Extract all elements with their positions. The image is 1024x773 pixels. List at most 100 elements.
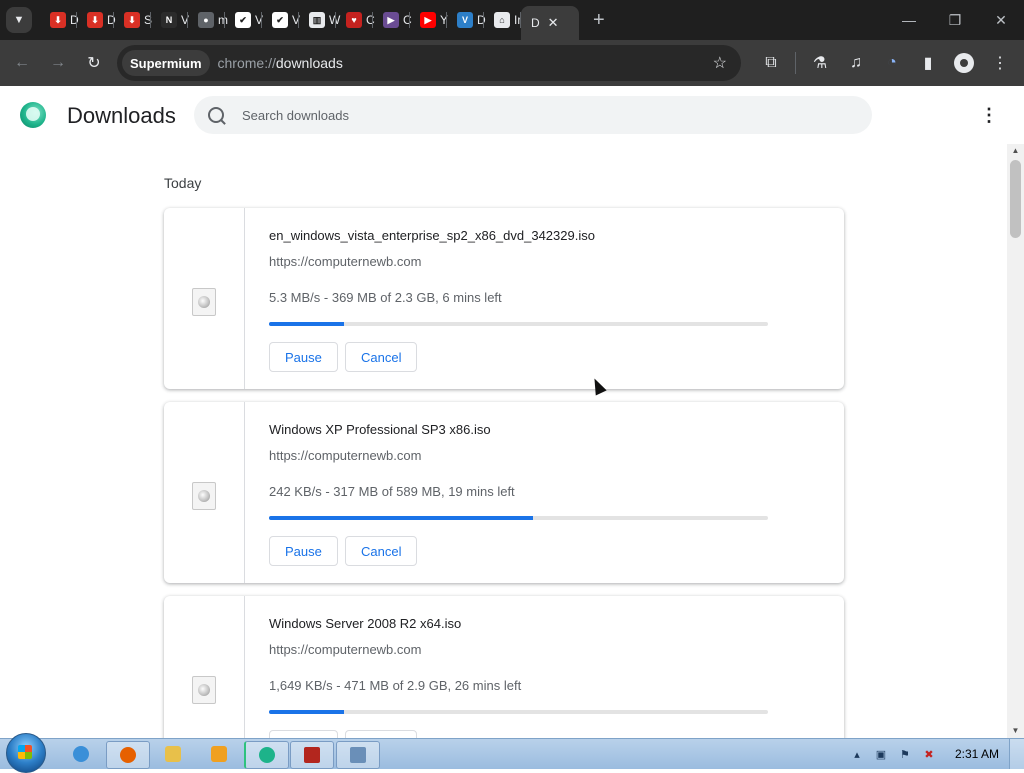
- url-host: downloads: [275, 55, 343, 71]
- profile-button[interactable]: [946, 45, 982, 81]
- page-title: Downloads: [67, 103, 176, 128]
- browser-tab[interactable]: ⬇ D: [40, 0, 79, 40]
- taskbar-explorer-button[interactable]: [154, 741, 192, 767]
- browser-tab[interactable]: ▶ Y: [410, 0, 448, 40]
- tray-expand-icon[interactable]: ▴: [848, 746, 866, 762]
- taskbar-media-player-button[interactable]: [200, 741, 238, 767]
- tab-favicon-icon: ⌂: [494, 12, 510, 28]
- tab-favicon-icon: ✔: [272, 12, 288, 28]
- browser-logo-icon: [20, 102, 46, 128]
- show-desktop-button[interactable]: [1009, 739, 1024, 769]
- side-panel-icon: ▮: [923, 55, 933, 72]
- page-scrollbar[interactable]: ▲ ▼: [1007, 144, 1024, 738]
- active-browser-tab[interactable]: D ✕: [521, 6, 579, 40]
- browser-tab[interactable]: ⬇ S: [114, 0, 152, 40]
- new-tab-plus-icon[interactable]: +: [593, 9, 605, 32]
- tab-title: D: [531, 16, 540, 30]
- taskbar-installer-button[interactable]: [336, 741, 380, 769]
- cancel-button[interactable]: Cancel: [345, 730, 418, 738]
- tab-favicon-icon: ⬇: [50, 12, 66, 28]
- tab-favicon-icon: N: [161, 12, 177, 28]
- downloads-indicator-button[interactable]: ◔: [874, 45, 910, 81]
- browser-tab[interactable]: VD: [447, 0, 486, 40]
- file-icon-column: [164, 402, 245, 583]
- browser-tab[interactable]: ● m: [188, 0, 228, 40]
- browser-tab[interactable]: ⬇ D: [77, 0, 116, 40]
- system-tray: ▴ ▣ ⚑ ✖ 2:31 AM: [845, 739, 1024, 769]
- download-progress-bar: [269, 516, 768, 520]
- url-scheme: chrome://: [217, 55, 276, 71]
- downloads-header: Downloads ⋮: [0, 86, 1024, 144]
- download-filename[interactable]: Windows Server 2008 R2 x64.iso: [269, 616, 461, 631]
- browser-tab[interactable]: NV: [151, 0, 189, 40]
- network-icon[interactable]: ▣: [872, 746, 890, 762]
- side-panel-button[interactable]: ▮: [910, 45, 946, 81]
- reload-button[interactable]: ↻: [76, 45, 112, 81]
- pause-button[interactable]: Pause: [269, 342, 338, 372]
- tab-search-button[interactable]: ▼: [6, 7, 32, 33]
- download-source-url[interactable]: https://computernewb.com: [269, 254, 421, 269]
- download-item: Windows XP Professional SP3 x86.iso http…: [164, 402, 844, 583]
- tab-list: ⬇D⬇D⬇SNV●m✔V✔V▥W♥C▶C▶YVD⌂IrD✕+: [40, 0, 605, 40]
- forward-button[interactable]: →: [40, 45, 76, 81]
- search-icon: [208, 107, 224, 123]
- tab-favicon-icon: V: [457, 12, 473, 28]
- disc-image-file-icon: [192, 482, 216, 510]
- download-source-url[interactable]: https://computernewb.com: [269, 448, 421, 463]
- browser-tab[interactable]: ✔ V: [262, 0, 300, 40]
- date-section-label: Today: [164, 175, 202, 191]
- bookmark-star-icon[interactable]: ☆: [713, 53, 727, 73]
- back-button[interactable]: ←: [4, 45, 40, 81]
- cancel-button[interactable]: Cancel: [345, 342, 418, 372]
- search-bar[interactable]: [194, 96, 872, 134]
- address-bar[interactable]: Supermium chrome://downloads ☆: [117, 45, 741, 81]
- taskbar-firefox-button[interactable]: [106, 741, 150, 769]
- disc-image-file-icon: [192, 288, 216, 316]
- taskbar-clock[interactable]: 2:31 AM: [955, 747, 999, 761]
- more-vert-icon: ⋮: [992, 55, 1008, 72]
- media-controls-button[interactable]: ♫: [838, 45, 874, 81]
- browser-menu-button[interactable]: ⋮: [982, 45, 1018, 81]
- close-tab-icon[interactable]: ✕: [548, 15, 559, 31]
- taskbar-app-button[interactable]: [290, 741, 334, 769]
- browser-tab[interactable]: ▥W: [299, 0, 340, 40]
- taskbar-ie-button[interactable]: [62, 741, 100, 767]
- search-input[interactable]: [240, 106, 804, 124]
- window-controls: — ❐ ✕: [886, 0, 1024, 40]
- pause-button[interactable]: Pause: [269, 536, 338, 566]
- browser-toolbar: ← → ↻ Supermium chrome://downloads ☆ ⧉ ⚗…: [0, 40, 1024, 86]
- more-actions-menu-icon[interactable]: ⋮: [980, 105, 998, 126]
- minimize-button[interactable]: —: [886, 0, 932, 40]
- start-button[interactable]: [6, 733, 46, 773]
- download-source-url[interactable]: https://computernewb.com: [269, 642, 421, 657]
- disc-image-file-icon: [192, 676, 216, 704]
- download-status: 5.3 MB/s - 369 MB of 2.3 GB, 6 mins left: [269, 290, 502, 305]
- url-text[interactable]: chrome://downloads: [218, 55, 343, 71]
- volume-muted-icon[interactable]: ✖: [920, 746, 938, 762]
- browser-tab[interactable]: ▶ C: [373, 0, 412, 40]
- scroll-up-arrow-icon[interactable]: ▲: [1007, 144, 1024, 158]
- firefox-icon: [120, 747, 136, 763]
- action-center-flag-icon[interactable]: ⚑: [896, 746, 914, 762]
- tab-favicon-icon: ✔: [235, 12, 251, 28]
- download-item: en_windows_vista_enterprise_sp2_x86_dvd_…: [164, 208, 844, 389]
- browser-chip[interactable]: Supermium: [122, 50, 210, 76]
- close-window-button[interactable]: ✕: [978, 0, 1024, 40]
- restore-button[interactable]: ❐: [932, 0, 978, 40]
- scroll-down-arrow-icon[interactable]: ▼: [1007, 724, 1024, 738]
- extensions-button[interactable]: ⧉: [753, 45, 789, 81]
- download-status: 242 KB/s - 317 MB of 589 MB, 19 mins lef…: [269, 484, 515, 499]
- browser-tab[interactable]: ✔ V: [225, 0, 263, 40]
- download-filename[interactable]: en_windows_vista_enterprise_sp2_x86_dvd_…: [269, 228, 595, 243]
- taskbar-supermium-button[interactable]: [244, 741, 289, 769]
- download-filename[interactable]: Windows XP Professional SP3 x86.iso: [269, 422, 491, 437]
- browser-tab[interactable]: ♥ C: [336, 0, 375, 40]
- download-progress-bar: [269, 322, 768, 326]
- labs-button[interactable]: ⚗: [802, 45, 838, 81]
- pause-button[interactable]: Pause: [269, 730, 338, 738]
- browser-tab[interactable]: ⌂ Ir: [484, 0, 521, 40]
- tab-favicon-icon: ▶: [420, 12, 436, 28]
- arrow-right-icon: →: [50, 54, 66, 71]
- cancel-button[interactable]: Cancel: [345, 536, 418, 566]
- scrollbar-thumb[interactable]: [1010, 160, 1021, 238]
